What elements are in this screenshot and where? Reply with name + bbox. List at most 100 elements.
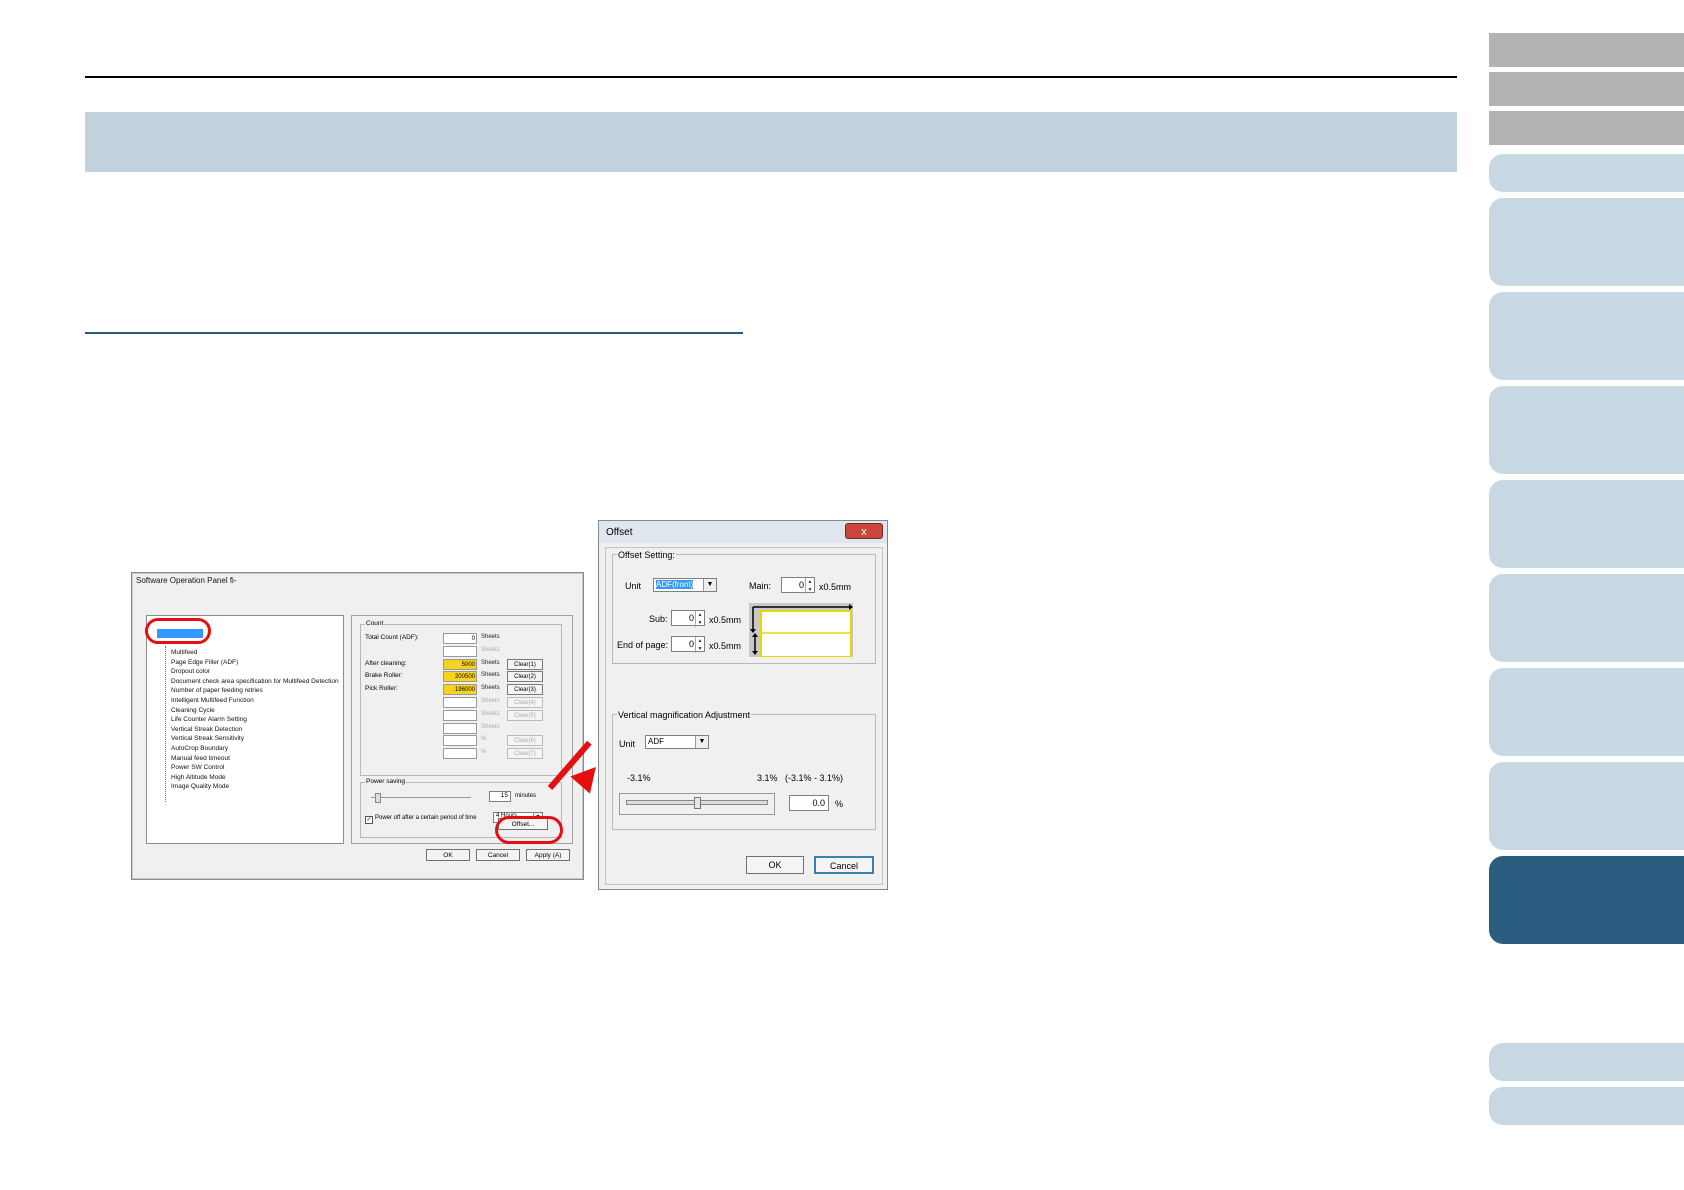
main-field[interactable]: 0 ▲ ▼ xyxy=(781,577,815,594)
nav-tab-8[interactable] xyxy=(1489,762,1684,850)
power-off-label: Power off after a certain period of time xyxy=(375,815,477,821)
nav-tab-7[interactable] xyxy=(1489,668,1684,756)
count-row-value xyxy=(443,645,477,657)
nav-tab-6[interactable] xyxy=(1489,574,1684,662)
count-row-label: Total Count (ADF): xyxy=(365,634,419,641)
sop-ok-button[interactable]: OK xyxy=(426,849,470,861)
offset-body: Offset Setting: Unit ADF(front) ▼ Main: … xyxy=(605,547,883,885)
sub-label: Sub: xyxy=(649,614,668,624)
nav-tab-5[interactable] xyxy=(1489,480,1684,568)
sub-value: 0 xyxy=(688,613,694,623)
tree-item[interactable]: Number of paper feeding retries xyxy=(171,687,263,694)
offset-ok-button[interactable]: OK xyxy=(746,856,804,874)
tree-item[interactable]: Multifeed xyxy=(171,649,197,656)
nav-tab-1[interactable] xyxy=(1489,154,1684,192)
vm-value-field[interactable]: 0.0 xyxy=(789,795,829,811)
power-off-checkbox[interactable]: ✓ xyxy=(365,816,373,824)
vm-range-label: (-3.1% - 3.1%) xyxy=(785,773,844,783)
nav-tab-bottom-1[interactable] xyxy=(1489,1043,1684,1081)
count-row-value: 200500 xyxy=(443,671,477,683)
spinner-icon[interactable]: ▲ ▼ xyxy=(805,578,814,594)
power-minutes-field[interactable]: 15 xyxy=(489,791,511,802)
offset-setting-group: Offset Setting: Unit ADF(front) ▼ Main: … xyxy=(612,550,876,664)
count-group: Count Total Count (ADF): 0 Sheets Sheets Aft… xyxy=(360,620,562,776)
count-row-label: Brake Roller: xyxy=(365,672,403,680)
tree-item[interactable]: Manual feed timeout xyxy=(171,755,230,762)
vm-min-label: -3.1% xyxy=(627,773,651,783)
main-value: 0 xyxy=(798,580,804,590)
offset-diagram-icon xyxy=(749,603,853,657)
tree-item[interactable]: Page Edge Filler (ADF) xyxy=(171,659,238,666)
tree-item[interactable]: Power SW Control xyxy=(171,764,224,771)
count-row-label: Pick Roller: xyxy=(365,685,398,693)
end-of-page-field[interactable]: 0 ▲ ▼ xyxy=(671,636,705,653)
main-label: Main: xyxy=(749,581,772,591)
count-row-unit: Sheets xyxy=(481,698,500,704)
tree-item[interactable]: Image Quality Mode xyxy=(171,783,229,790)
power-slider-track[interactable] xyxy=(371,797,471,798)
clear-counter-button[interactable]: Clear(6) xyxy=(507,735,543,747)
sub-field[interactable]: 0 ▲ ▼ xyxy=(671,610,705,627)
spinner-icon[interactable]: ▲ ▼ xyxy=(695,637,704,653)
clear-counter-button[interactable]: Clear(7) xyxy=(507,748,543,760)
nav-tab-gray-2[interactable] xyxy=(1489,72,1684,106)
count-row-unit: % xyxy=(481,749,487,756)
nav-tab-active[interactable] xyxy=(1489,856,1684,944)
nav-tab-bottom-2[interactable] xyxy=(1489,1087,1684,1125)
subsection-rule xyxy=(85,332,743,334)
chevron-down-icon: ▼ xyxy=(703,579,716,591)
unit-value: ADF(front) xyxy=(656,580,694,589)
tree-connector xyxy=(165,646,167,802)
tree-item[interactable]: High Altitude Mode xyxy=(171,774,226,781)
unit-label: Unit xyxy=(625,581,642,591)
tree-item[interactable]: Cleaning Cycle xyxy=(171,707,215,714)
section-banner xyxy=(85,112,1457,172)
clear-counter-button[interactable]: Clear(5) xyxy=(507,709,543,721)
power-slider-thumb[interactable] xyxy=(375,793,381,803)
spinner-icon[interactable]: ▲ ▼ xyxy=(695,611,704,627)
highlight-tree-item xyxy=(145,618,211,644)
nav-tab-gray-1[interactable] xyxy=(1489,33,1684,67)
vertical-magnification-group: Vertical magnification Adjustment Unit A… xyxy=(612,710,876,830)
power-minutes-unit: minutes xyxy=(515,793,537,799)
tree-item[interactable]: Intelligent Multifeed Function xyxy=(171,697,254,704)
close-icon[interactable]: x xyxy=(845,523,883,539)
vm-unit-select[interactable]: ADF ▼ xyxy=(645,735,709,749)
count-row-unit: Sheets xyxy=(481,723,500,730)
tree-item[interactable]: Life Counter Alarm Setting xyxy=(171,716,247,723)
settings-tree[interactable]: Multifeed Page Edge Filler (ADF) Dropout c… xyxy=(146,615,344,844)
clear-counter-button[interactable]: Clear(1) xyxy=(507,658,543,670)
vm-unit-value: ADF xyxy=(648,737,664,746)
count-row-value: 5000 xyxy=(443,658,477,670)
count-group-label: Count xyxy=(365,620,385,627)
highlight-offset-button xyxy=(495,816,563,844)
clear-counter-button[interactable]: Clear(3) xyxy=(507,684,543,696)
offset-dialog-screenshot: Offset x Offset Setting: Unit ADF(front)… xyxy=(598,520,888,890)
clear-counter-button[interactable]: Clear(2) xyxy=(507,671,543,683)
vm-slider-thumb[interactable] xyxy=(694,797,701,809)
end-of-page-unit: x0.5mm xyxy=(709,641,742,651)
sop-cancel-button[interactable]: Cancel xyxy=(476,849,520,861)
count-row-unit: Sheets xyxy=(481,710,500,717)
count-row-value xyxy=(443,709,477,721)
sop-apply-button[interactable]: Apply (A) xyxy=(526,849,570,861)
count-row-unit: Sheets xyxy=(481,646,500,653)
count-row-unit: Sheets xyxy=(481,685,500,692)
nav-tab-2[interactable] xyxy=(1489,198,1684,286)
nav-tab-4[interactable] xyxy=(1489,386,1684,474)
vm-slider[interactable] xyxy=(619,793,775,815)
tree-item[interactable]: Dropout color xyxy=(171,668,210,675)
unit-select[interactable]: ADF(front) ▼ xyxy=(653,578,717,592)
end-of-page-label: End of page: xyxy=(617,640,669,650)
nav-tab-gray-3[interactable] xyxy=(1489,111,1684,145)
offset-titlebar xyxy=(599,521,887,543)
tree-item[interactable]: AutoCrop Boundary xyxy=(171,745,228,752)
tree-item[interactable]: Vertical Streak Detection xyxy=(171,726,242,733)
tree-item[interactable]: Document check area specification for Mu… xyxy=(171,678,339,685)
count-row-value: 196000 xyxy=(443,684,477,696)
offset-cancel-button[interactable]: Cancel xyxy=(814,856,874,874)
tree-item[interactable]: Vertical Streak Sensitivity xyxy=(171,735,244,742)
clear-counter-button[interactable]: Clear(4) xyxy=(507,697,543,708)
power-saving-label: Power saving xyxy=(365,778,407,785)
nav-tab-3[interactable] xyxy=(1489,292,1684,380)
